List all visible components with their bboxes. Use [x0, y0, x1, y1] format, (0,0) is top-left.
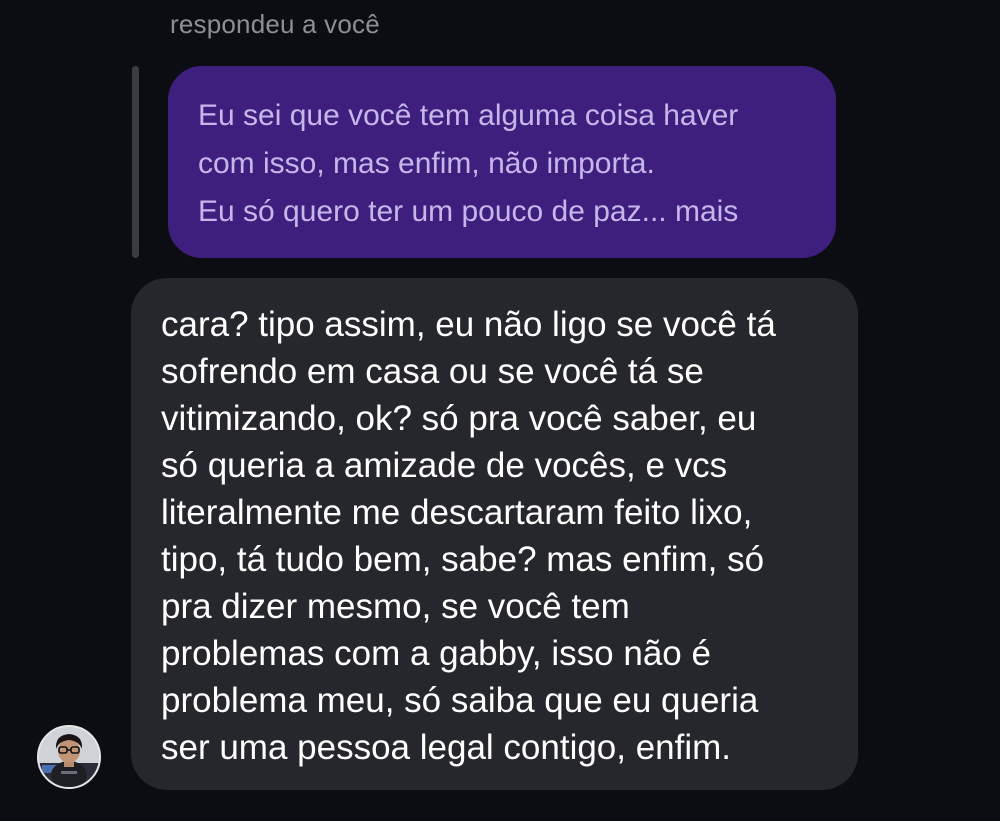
- message-line: só queria a amizade de vocês, e vcs: [161, 446, 728, 485]
- message-line: cara? tipo assim, eu não ligo se você tá: [161, 305, 776, 344]
- quoted-message-line: Eu sei que você tem alguma coisa haver: [198, 99, 739, 132]
- sender-avatar[interactable]: [37, 725, 101, 789]
- quoted-message-line: Eu só quero ter um pouco de paz... mais: [198, 195, 739, 228]
- reply-indicator-bar: [132, 66, 139, 258]
- quoted-message-bubble[interactable]: Eu sei que você tem alguma coisa haver c…: [168, 66, 836, 258]
- avatar-photo-icon: [39, 727, 99, 787]
- message-line: vitimizando, ok? só pra você saber, eu: [161, 399, 757, 438]
- message-line: tipo, tá tudo bem, sabe? mas enfim, só: [161, 540, 765, 579]
- message-line: problemas com a gabby, isso não é: [161, 634, 711, 673]
- message-bubble[interactable]: cara? tipo assim, eu não ligo se você tá…: [131, 278, 858, 790]
- message-line: literalmente me descartaram feito lixo,: [161, 493, 753, 532]
- message-line: pra dizer mesmo, se você tem: [161, 587, 630, 626]
- message-line: ser uma pessoa legal contigo, enfim.: [161, 728, 732, 767]
- quoted-message-line: com isso, mas enfim, não importa.: [198, 147, 655, 180]
- message-line: problema meu, só saiba que eu queria: [161, 681, 759, 720]
- reply-context-header: respondeu a você: [170, 9, 380, 39]
- message-line: sofrendo em casa ou se você tá se: [161, 352, 704, 391]
